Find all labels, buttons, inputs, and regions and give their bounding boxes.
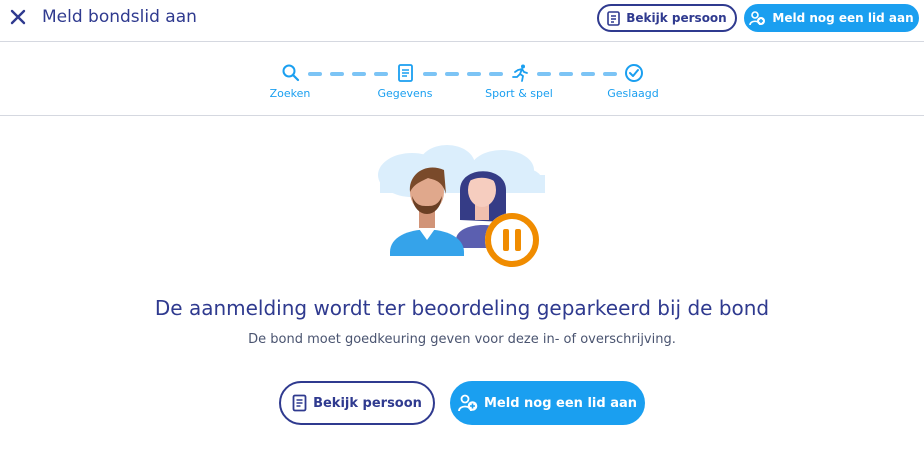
document-icon (398, 64, 413, 82)
step-connector (308, 72, 322, 76)
step-connector (489, 72, 503, 76)
step-label-success: Geslaagd (607, 87, 659, 100)
step-connector (467, 72, 481, 76)
parked-registration-illustration (378, 145, 545, 267)
page-title: Meld bondslid aan (42, 7, 197, 27)
document-icon (607, 10, 621, 26)
pause-badge-icon (485, 213, 539, 267)
add-user-icon (458, 394, 478, 412)
search-icon (282, 64, 300, 82)
status-heading: De aanmelding wordt ter beoordeling gepa… (154, 296, 770, 320)
step-connector (445, 72, 459, 76)
view-person-label: Bekijk persoon (626, 11, 727, 25)
add-member-button[interactable]: Meld nog een lid aan (744, 4, 919, 32)
add-member-button-main[interactable]: Meld nog een lid aan (450, 381, 645, 425)
step-connector (330, 72, 344, 76)
progress-steps: Zoeken Gegevens Sport & spel Geslaagd (0, 43, 924, 116)
step-connector (581, 72, 595, 76)
add-member-label: Meld nog een lid aan (772, 11, 914, 25)
step-connector (537, 72, 551, 76)
step-label-sport: Sport & spel (485, 87, 553, 100)
running-icon (512, 64, 528, 82)
step-connector (603, 72, 617, 76)
add-member-label: Meld nog een lid aan (483, 395, 638, 411)
check-circle-icon (625, 64, 643, 82)
close-icon[interactable] (8, 7, 28, 27)
document-icon (292, 394, 307, 412)
step-connector (352, 72, 366, 76)
status-description: De bond moet goedkeuring geven voor deze… (248, 332, 676, 347)
step-label-search: Zoeken (269, 87, 311, 100)
step-connector (374, 72, 388, 76)
add-user-icon (749, 10, 766, 25)
step-connector (423, 72, 437, 76)
view-person-button-main[interactable]: Bekijk persoon (279, 381, 435, 425)
view-person-label: Bekijk persoon (313, 395, 422, 411)
step-label-details: Gegevens (377, 87, 433, 100)
top-bar: Meld bondslid aan Bekijk persoon Meld no… (0, 0, 924, 42)
step-connector (559, 72, 573, 76)
view-person-button[interactable]: Bekijk persoon (597, 4, 737, 32)
